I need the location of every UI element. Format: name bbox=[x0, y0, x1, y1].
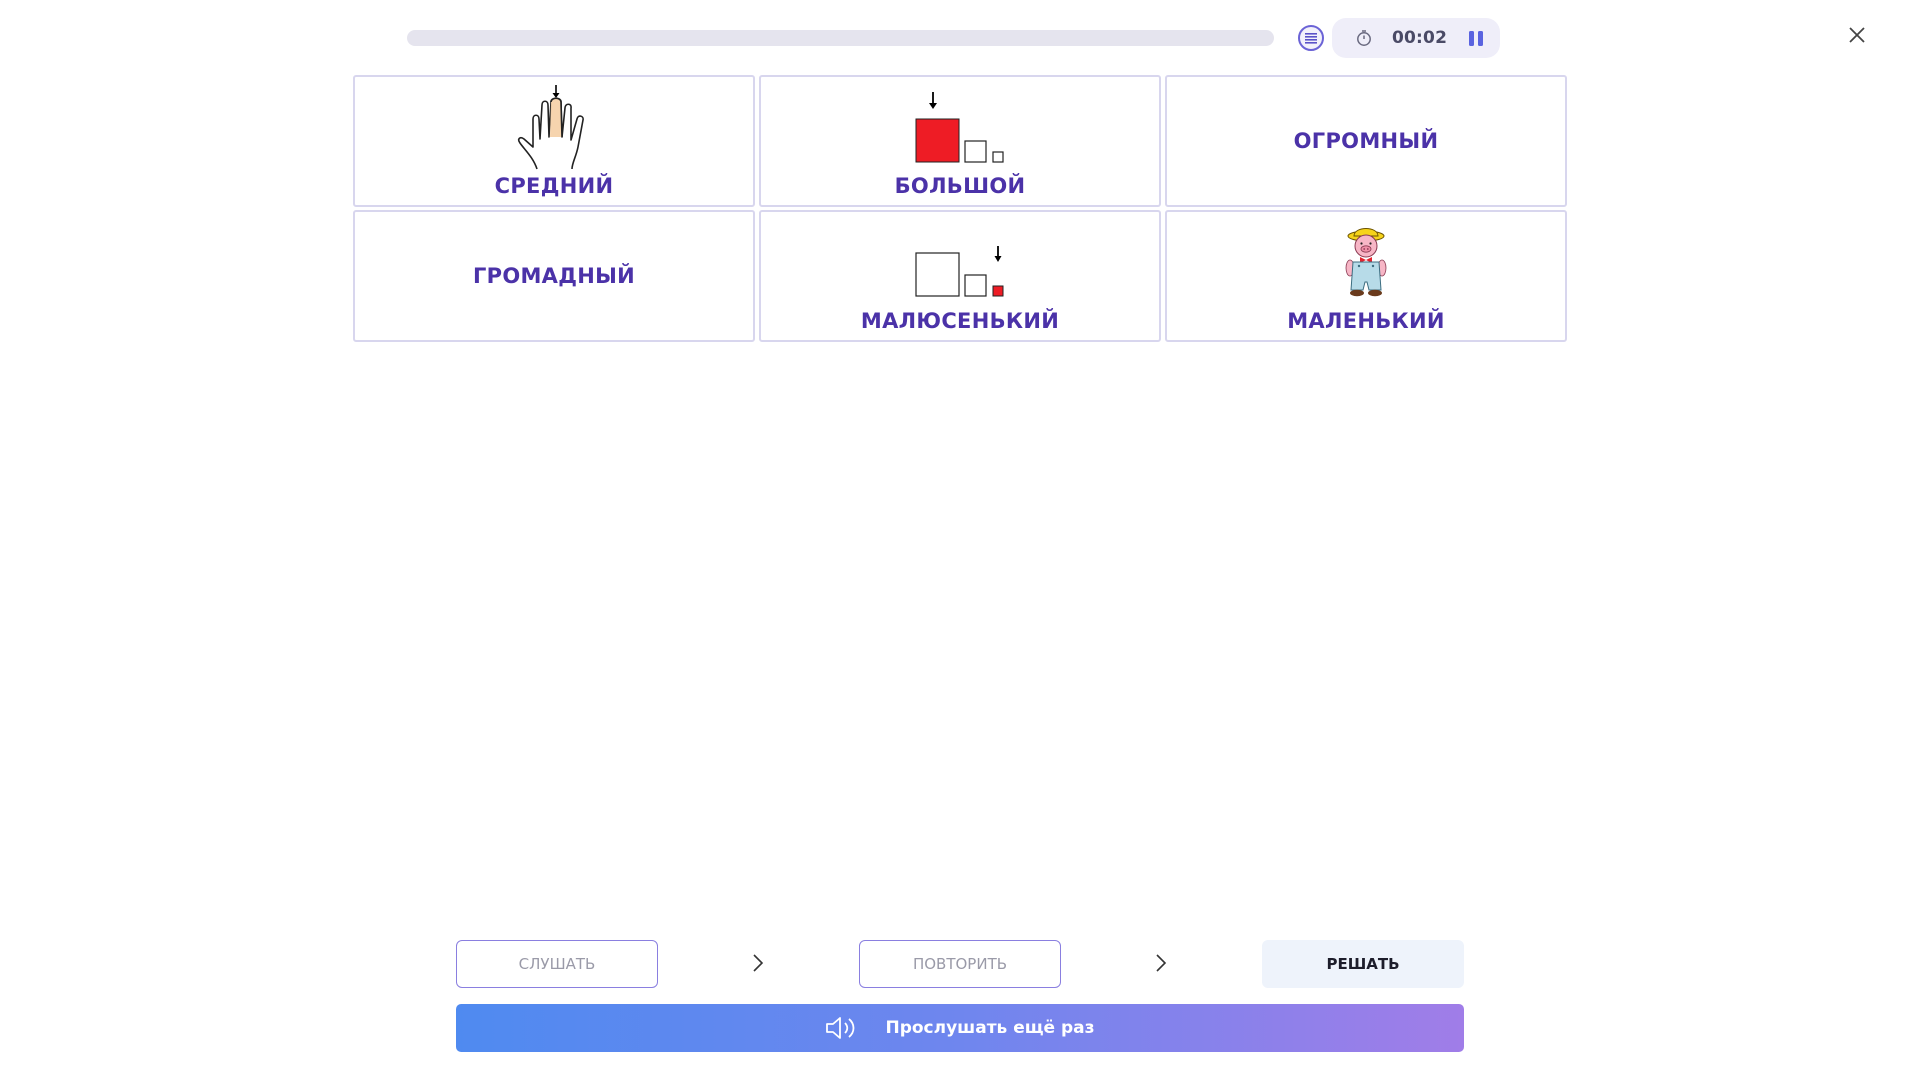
solve-step-button[interactable]: РЕШАТЬ bbox=[1262, 940, 1464, 988]
answer-grid: СРЕДНИЙ БОЛЬШОЙ ОГРОМНЫЙ ГРОМАДНЫЙ МАЛЮС… bbox=[353, 75, 1567, 342]
timer: 00:02 bbox=[1332, 18, 1500, 58]
listen-step-button[interactable]: СЛУШАТЬ bbox=[456, 940, 658, 988]
pause-icon bbox=[1469, 30, 1484, 46]
chevron-right-icon bbox=[751, 952, 765, 974]
tiny-square-icon bbox=[915, 246, 1004, 297]
card-bolshoy[interactable]: БОЛЬШОЙ bbox=[759, 75, 1161, 207]
card-sredniy[interactable]: СРЕДНИЙ bbox=[353, 75, 755, 207]
repeat-step-button[interactable]: ПОВТОРИТЬ bbox=[859, 940, 1061, 988]
card-malyusenkiy[interactable]: МАЛЮСЕНЬКИЙ bbox=[759, 210, 1161, 342]
card-label: МАЛЕНЬКИЙ bbox=[1287, 309, 1445, 333]
list-icon bbox=[1305, 33, 1317, 44]
card-label: БОЛЬШОЙ bbox=[894, 174, 1026, 198]
exercise-page: 00:02 СРЕДНИЙ БОЛЬШОЙ ОГРОМНЫЙ ГРОМАДНЫЙ… bbox=[0, 0, 1920, 1080]
list-button[interactable] bbox=[1298, 25, 1324, 51]
close-icon bbox=[1849, 27, 1865, 43]
stopwatch-icon bbox=[1354, 28, 1374, 48]
card-label: ОГРОМНЫЙ bbox=[1293, 129, 1439, 153]
listen-again-button[interactable]: Прослушать ещё раз bbox=[456, 1004, 1464, 1052]
card-gromadnyy[interactable]: ГРОМАДНЫЙ bbox=[353, 210, 755, 342]
close-button[interactable] bbox=[1846, 24, 1868, 46]
listen-again-label: Прослушать ещё раз bbox=[885, 1018, 1095, 1038]
card-label: СРЕДНИЙ bbox=[494, 174, 614, 198]
progress-bar bbox=[407, 30, 1274, 46]
card-malenkiy[interactable]: МАЛЕНЬКИЙ bbox=[1165, 210, 1567, 342]
hand-middle-finger-icon bbox=[517, 85, 584, 170]
card-label: ГРОМАДНЫЙ bbox=[472, 264, 636, 288]
speaker-icon bbox=[826, 1017, 855, 1039]
chevron-right-icon bbox=[1154, 952, 1168, 974]
pause-button[interactable] bbox=[1466, 28, 1486, 48]
card-ogromnyy[interactable]: ОГРОМНЫЙ bbox=[1165, 75, 1567, 207]
timer-value: 00:02 bbox=[1392, 28, 1448, 48]
big-square-icon bbox=[915, 92, 1004, 163]
card-label: МАЛЮСЕНЬКИЙ bbox=[860, 309, 1060, 333]
piglet-icon bbox=[1345, 228, 1387, 297]
